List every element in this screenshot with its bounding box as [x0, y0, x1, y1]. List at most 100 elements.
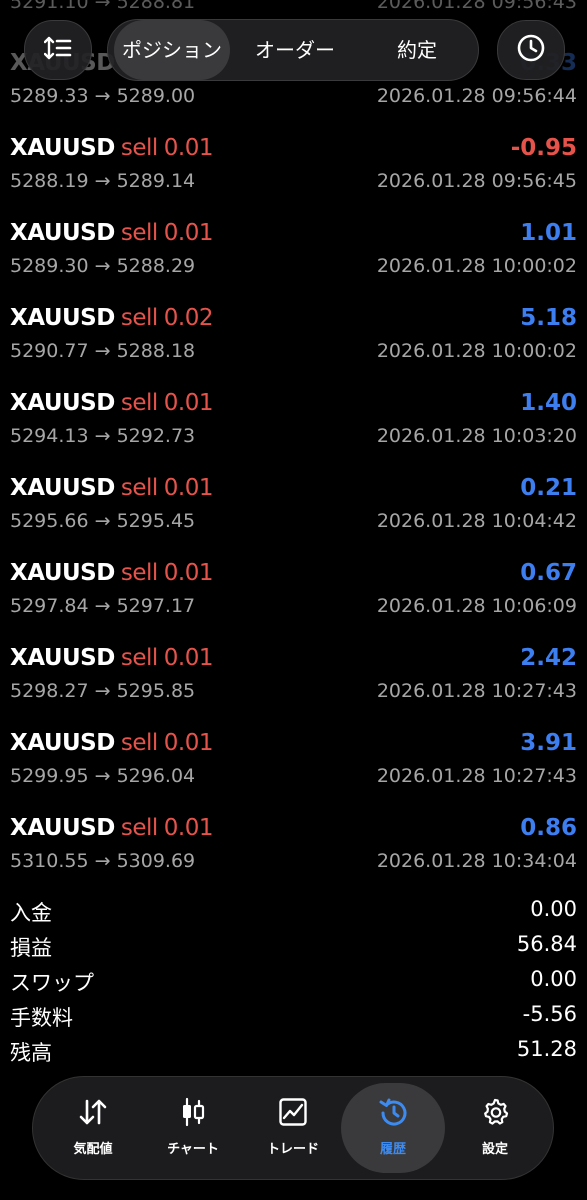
balance-label: 残高 [10, 1041, 52, 1065]
deal-profit: -0.95 [510, 135, 577, 161]
deal-side: sell [120, 815, 158, 841]
history-tab-switcher: ポジション オーダー 約定 [107, 19, 479, 81]
deal-profit: 1.01 [520, 220, 577, 246]
deal-profit: 5.18 [520, 305, 577, 331]
trade-chart-icon [278, 1097, 308, 1127]
deal-profit: 3.91 [520, 730, 577, 756]
clock-icon [516, 33, 546, 67]
deal-volume: 0.01 [163, 135, 214, 161]
deal-symbol: XAUUSD [10, 645, 115, 671]
tab-chart-label: チャート [167, 1142, 219, 1157]
deal-prices: 5298.27 → 5295.85 [10, 680, 196, 702]
tab-settings[interactable]: 設定 [445, 1083, 545, 1173]
deal-side: sell [120, 645, 158, 671]
deal-time: 2026.01.28 09:56:43 [376, 0, 577, 13]
period-button[interactable] [497, 20, 565, 80]
deal-prices: 5310.55 → 5309.69 [10, 850, 196, 872]
deposit-label: 入金 [10, 901, 52, 925]
deal-side: sell [120, 475, 158, 501]
deal-prices: 5299.95 → 5296.04 [10, 765, 196, 787]
summary-deposit: 入金 0.00 [0, 897, 587, 932]
deal-prices: 5294.13 → 5292.73 [10, 425, 196, 447]
deal-time: 2026.01.28 10:27:43 [376, 765, 577, 787]
commission-value: -5.56 [522, 1002, 577, 1026]
deal-row[interactable]: XAUUSD sell 0.02 5.18 5290.77 → 5288.18 2026.… [0, 305, 587, 390]
deal-time: 2026.01.28 10:34:04 [376, 850, 577, 872]
deal-prices: 5290.77 → 5288.18 [10, 340, 196, 362]
deal-volume: 0.01 [163, 815, 214, 841]
deal-profit: 0.67 [520, 560, 577, 586]
tab-orders[interactable]: オーダー [236, 20, 354, 80]
deal-symbol: XAUUSD [10, 560, 115, 586]
deal-symbol: XAUUSD [10, 305, 115, 331]
swap-value: 0.00 [530, 967, 577, 991]
deal-time: 2026.01.28 09:56:45 [376, 170, 577, 192]
tab-settings-label: 設定 [481, 1142, 508, 1157]
deal-time: 2026.01.28 10:00:02 [376, 255, 577, 277]
deal-volume: 0.01 [163, 730, 214, 756]
deal-time: 2026.01.28 10:03:20 [376, 425, 577, 447]
deal-prices: 5289.30 → 5288.29 [10, 255, 196, 277]
deal-row[interactable]: XAUUSD sell 0.01 0.67 5297.84 → 5297.17 2026.… [0, 560, 587, 645]
summary-balance: 残高 51.28 [0, 1037, 587, 1072]
deal-symbol: XAUUSD [10, 220, 115, 246]
deal-symbol: XAUUSD [10, 730, 115, 756]
deal-row[interactable]: XAUUSD sell 0.01 -0.95 5288.19 → 5289.14 2026… [0, 135, 587, 220]
summary-swap: スワップ 0.00 [0, 967, 587, 1002]
deal-row[interactable]: XAUUSD sell 0.01 3.91 5299.95 → 5296.04 2026.… [0, 730, 587, 815]
tab-history[interactable]: 履歴 [341, 1083, 445, 1173]
account-summary: 入金 0.00 損益 56.84 スワップ 0.00 手数料 -5.56 残高 … [0, 897, 587, 1072]
deal-row[interactable]: XAUUSD sell 0.01 0.86 5310.55 → 5309.69 2026.… [0, 815, 587, 900]
deal-time: 2026.01.28 10:27:43 [376, 680, 577, 702]
tab-deals[interactable]: 約定 [360, 20, 474, 80]
deal-row[interactable]: XAUUSD sell 0.01 2.42 5298.27 → 5295.85 2026.… [0, 645, 587, 730]
deal-profit: 2.42 [520, 645, 577, 671]
deal-side: sell [120, 560, 158, 586]
tab-trade[interactable]: トレード [243, 1083, 343, 1173]
deal-volume: 0.01 [163, 220, 214, 246]
quotes-arrows-icon [78, 1097, 108, 1127]
deal-prices: 5297.84 → 5297.17 [10, 595, 196, 617]
deal-symbol: XAUUSD [10, 390, 115, 416]
deal-time: 2026.01.28 09:56:44 [376, 85, 577, 107]
deal-side: sell [120, 135, 158, 161]
summary-profit: 損益 56.84 [0, 932, 587, 967]
deal-volume: 0.01 [163, 645, 214, 671]
sort-button[interactable] [24, 20, 92, 80]
deal-profit: 1.40 [520, 390, 577, 416]
history-icon [378, 1097, 408, 1127]
tab-positions-label: ポジション [122, 38, 222, 62]
deal-profit: 0.21 [520, 475, 577, 501]
deal-row[interactable]: XAUUSD sell 0.01 1.01 5289.30 → 5288.29 2026.… [0, 220, 587, 305]
bottom-tab-bar: 気配値 チャート トレード 履歴 設定 [32, 1076, 554, 1180]
deal-side: sell [120, 730, 158, 756]
tab-positions[interactable]: ポジション [114, 20, 230, 80]
commission-label: 手数料 [10, 1006, 73, 1030]
deal-side: sell [120, 220, 158, 246]
tab-deals-label: 約定 [397, 38, 437, 62]
deal-prices: 5291.10 → 5288.81 [10, 0, 196, 13]
deal-symbol: XAUUSD [10, 135, 115, 161]
deposit-value: 0.00 [530, 897, 577, 921]
sort-icon [43, 36, 72, 64]
summary-commission: 手数料 -5.56 [0, 1002, 587, 1037]
deal-symbol: XAUUSD [10, 475, 115, 501]
deal-volume: 0.02 [163, 305, 214, 331]
deal-side: sell [120, 390, 158, 416]
deal-time: 2026.01.28 10:00:02 [376, 340, 577, 362]
tab-quotes[interactable]: 気配値 [43, 1083, 143, 1173]
deal-row[interactable]: XAUUSD sell 0.01 1.40 5294.13 → 5292.73 2026.… [0, 390, 587, 475]
tab-trade-label: トレード [266, 1142, 319, 1157]
deal-symbol: XAUUSD [10, 815, 115, 841]
deal-prices: 5288.19 → 5289.14 [10, 170, 196, 192]
tab-orders-label: オーダー [255, 38, 335, 62]
deal-time: 2026.01.28 10:04:42 [376, 510, 577, 532]
balance-value: 51.28 [516, 1037, 577, 1061]
tab-chart[interactable]: チャート [143, 1083, 243, 1173]
swap-label: スワップ [10, 971, 94, 995]
candlestick-icon [178, 1097, 208, 1127]
deal-prices: 5289.33 → 5289.00 [10, 85, 196, 107]
profit-value: 56.84 [516, 932, 577, 956]
deal-row[interactable]: XAUUSD sell 0.01 0.21 5295.66 → 5295.45 2026.… [0, 475, 587, 560]
deal-prices: 5295.66 → 5295.45 [10, 510, 196, 532]
